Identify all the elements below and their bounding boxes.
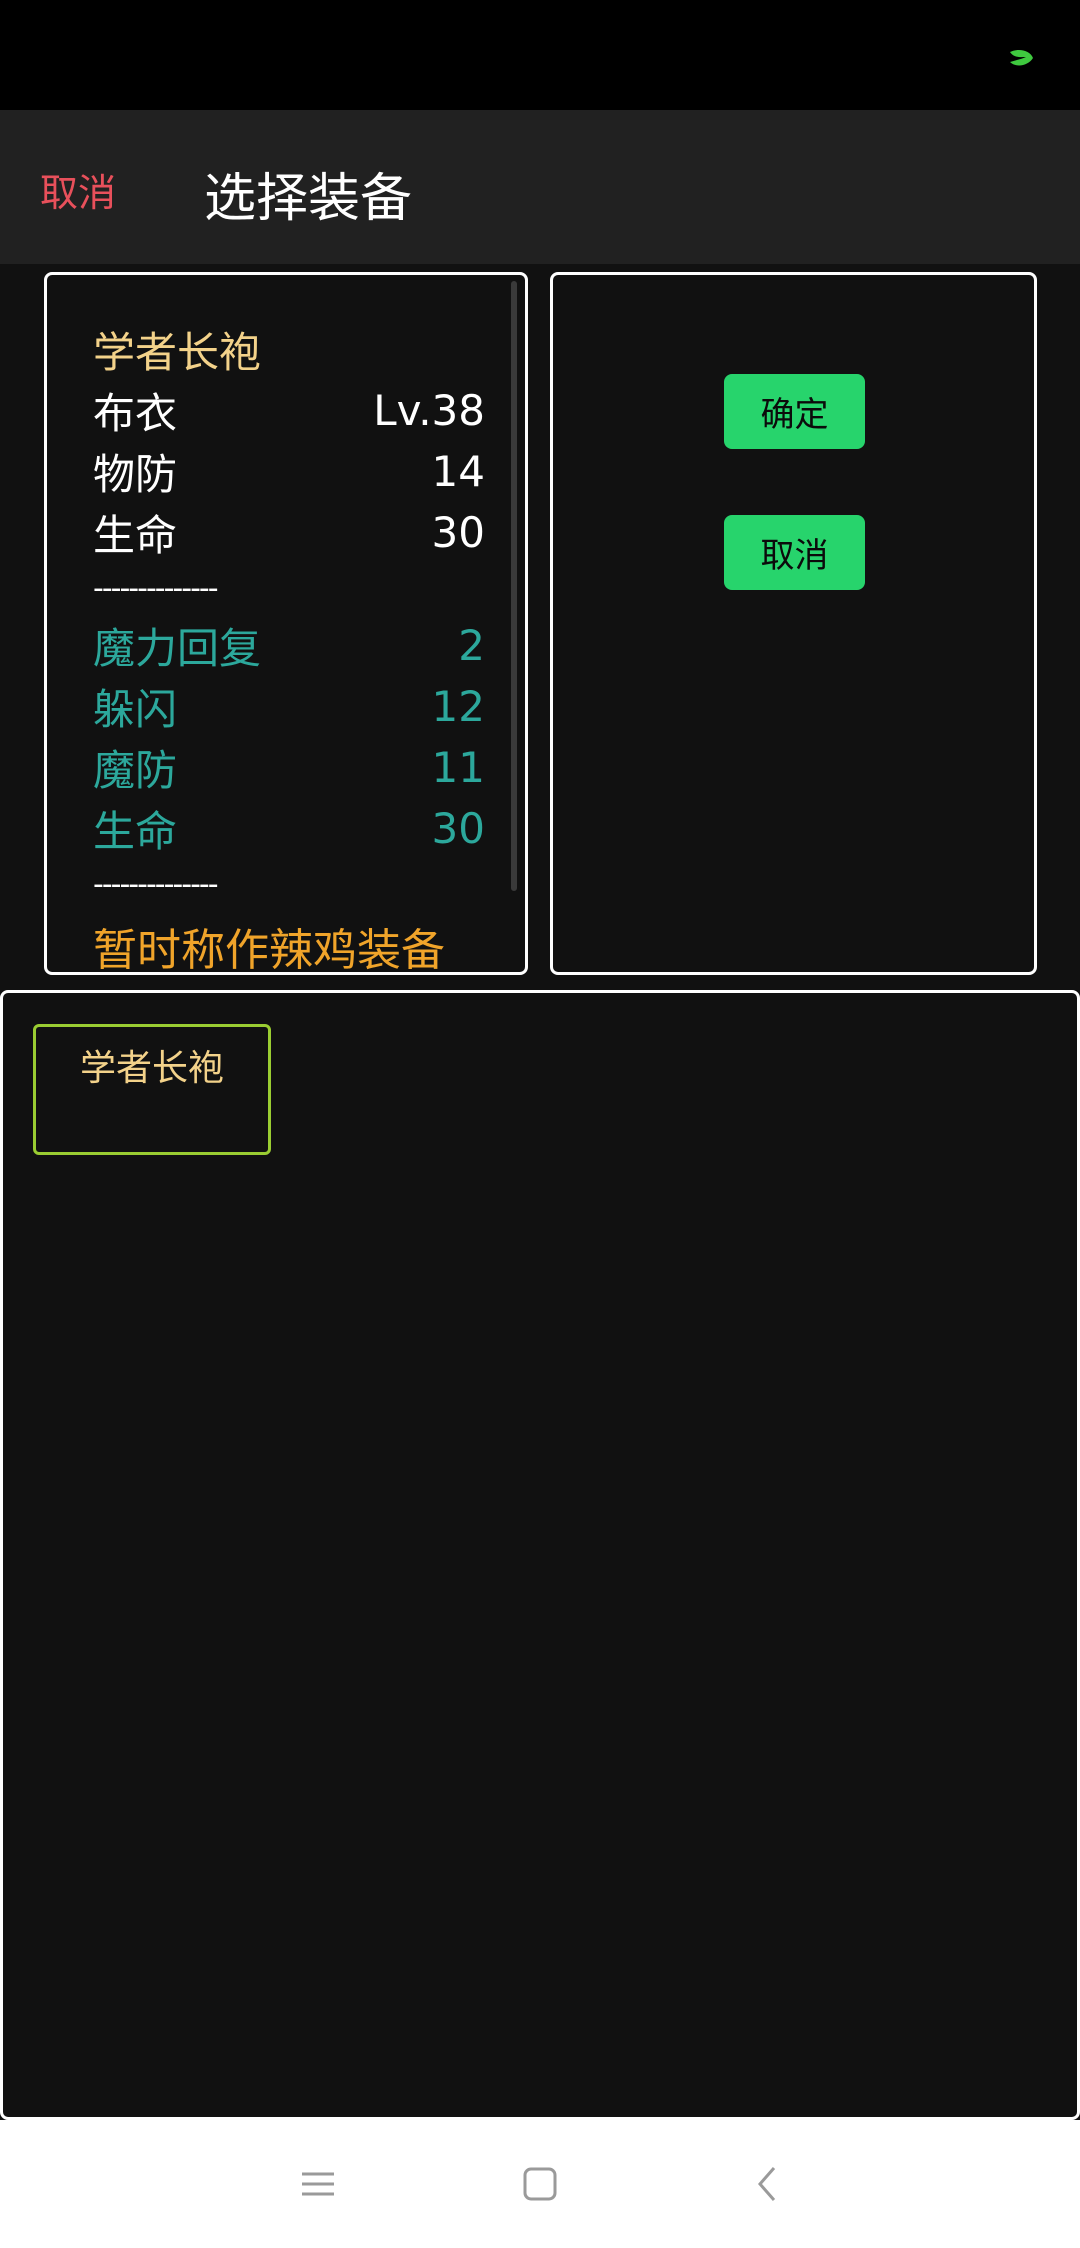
status-bar (0, 0, 1080, 110)
stat-divider: -------------- (93, 571, 219, 606)
action-panel: 确定 取消 (550, 272, 1037, 975)
item-type: 布衣 (93, 389, 178, 438)
item-flavor-text: 暂时称作辣鸡装备 (93, 925, 445, 975)
detail-content: 学者长袍 布衣 Lv.38 物防 14 生命 30 --------------… (93, 319, 485, 975)
equipment-item-label: 学者长袍 (79, 1048, 224, 1089)
bonus-stat-value: 12 (431, 682, 485, 731)
bonus-stat-label: 躲闪 (93, 685, 178, 734)
bonus-stat-row: 魔力回复 2 (93, 615, 485, 676)
leaf-icon (1010, 50, 1033, 66)
app-header: 取消 选择装备 (0, 110, 1080, 264)
equipment-detail-panel: 学者长袍 布衣 Lv.38 物防 14 生命 30 --------------… (44, 272, 528, 975)
base-stat-label: 生命 (93, 511, 178, 560)
bonus-stat-label: 生命 (93, 807, 178, 856)
bonus-stat-row: 魔防 11 (93, 737, 485, 798)
item-level: Lv.38 (373, 386, 485, 435)
page-title: 选择装备 (204, 169, 413, 229)
confirm-button[interactable]: 确定 (724, 374, 865, 449)
cancel-button[interactable]: 取消 (724, 515, 865, 590)
bonus-stat-label: 魔防 (93, 746, 178, 795)
base-stat-label: 物防 (93, 450, 178, 499)
base-stat-value: 14 (431, 447, 485, 496)
base-stat-row: 物防 14 (93, 441, 485, 502)
base-stat-value: 30 (431, 508, 485, 557)
navigation-bar (0, 2120, 1080, 2248)
menu-icon[interactable] (288, 2158, 348, 2210)
equipment-list: 学者长袍 (0, 990, 1080, 2120)
detail-scrollbar[interactable] (511, 281, 517, 891)
base-stat-row: 生命 30 (93, 502, 485, 563)
bonus-stat-value: 30 (431, 804, 485, 853)
equipment-item[interactable]: 学者长袍 (33, 1024, 271, 1155)
bonus-stat-row: 躲闪 12 (93, 676, 485, 737)
bonus-stat-value: 11 (431, 743, 485, 792)
bonus-stat-label: 魔力回复 (93, 624, 262, 673)
header-cancel-button[interactable]: 取消 (40, 162, 116, 217)
back-icon[interactable] (738, 2158, 798, 2210)
item-type-row: 布衣 Lv.38 (93, 380, 485, 441)
bonus-stat-value: 2 (458, 621, 485, 670)
bonus-stat-row: 生命 30 (93, 798, 485, 859)
home-icon[interactable] (510, 2158, 570, 2210)
item-name-row: 学者长袍 (93, 319, 485, 380)
item-name: 学者长袍 (93, 328, 262, 377)
stat-divider: -------------- (93, 867, 219, 902)
